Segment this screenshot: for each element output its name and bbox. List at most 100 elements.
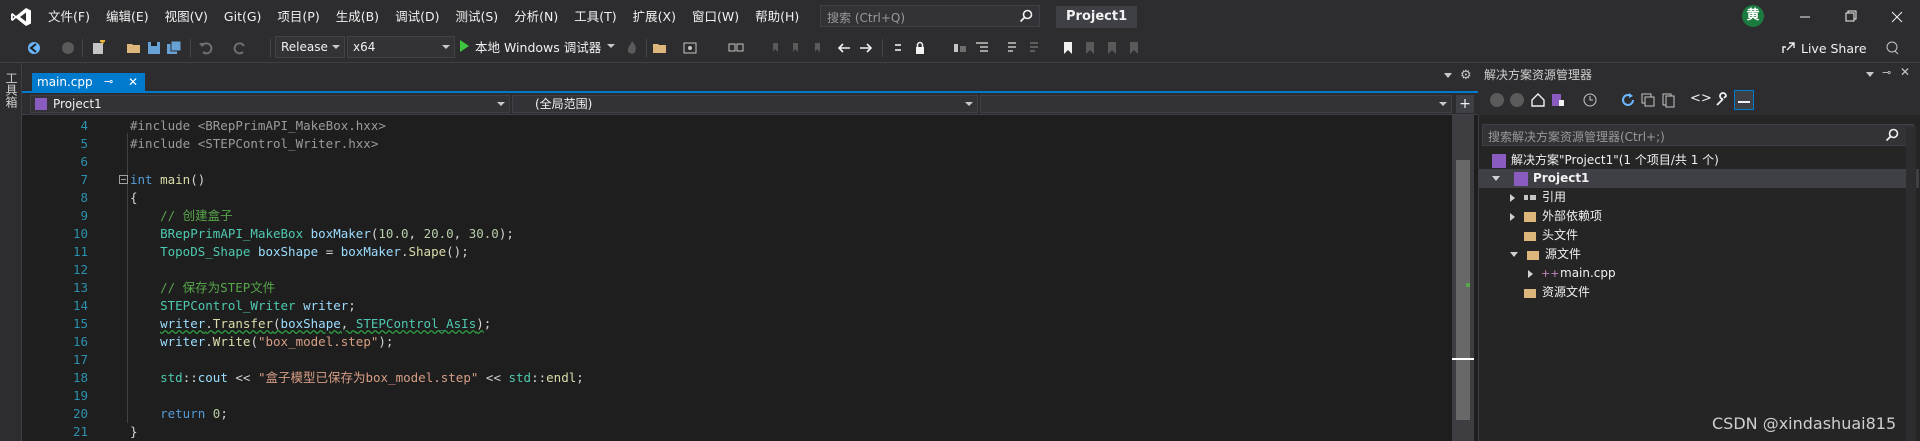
open-folder-icon[interactable]: [652, 40, 668, 56]
expand-icon[interactable]: [1492, 176, 1500, 181]
forward-icon[interactable]: [60, 40, 76, 56]
pending-changes-icon[interactable]: [1582, 92, 1598, 108]
bookmark-prev-icon[interactable]: [770, 40, 786, 56]
format-icon[interactable]: [890, 40, 906, 56]
back-icon[interactable]: [26, 40, 42, 56]
show-all-files-icon[interactable]: [1660, 92, 1676, 108]
bookmark-icon[interactable]: [1060, 40, 1076, 56]
minimize-icon[interactable]: [1782, 0, 1828, 33]
tab-list-dropdown-icon[interactable]: [1444, 73, 1452, 78]
code-line[interactable]: 13 // 保存为STEP文件: [22, 279, 1452, 297]
code-line[interactable]: 12: [22, 261, 1452, 279]
tree-item-header-files[interactable]: 头文件: [1523, 226, 1578, 245]
lock-icon[interactable]: [912, 40, 928, 56]
redo-icon[interactable]: [232, 40, 248, 56]
hot-reload-icon[interactable]: [624, 40, 640, 56]
menu-edit[interactable]: 编辑(E): [98, 0, 157, 33]
refresh-icon[interactable]: [1620, 92, 1636, 108]
user-avatar[interactable]: 黄: [1742, 5, 1764, 27]
pin-icon[interactable]: ⊸: [1882, 66, 1891, 79]
solution-search-input[interactable]: 搜索解决方案资源管理器(Ctrl+;): [1482, 124, 1914, 146]
new-project-icon[interactable]: [90, 40, 106, 56]
platform-select[interactable]: x64: [347, 36, 455, 58]
comment-icon[interactable]: [1004, 40, 1020, 56]
switch-view-icon[interactable]: [1550, 92, 1566, 108]
toolbox-tab[interactable]: 工具箱: [4, 72, 18, 108]
navigate-forward-icon[interactable]: [858, 40, 874, 56]
tree-item-main-cpp[interactable]: ++ main.cpp: [1528, 264, 1616, 283]
visual-studio-logo-icon[interactable]: [10, 6, 32, 28]
indent-icon[interactable]: [974, 40, 990, 56]
expand-icon[interactable]: [1510, 193, 1515, 202]
layout-icon[interactable]: [728, 40, 744, 56]
tree-project[interactable]: Project1: [1492, 169, 1589, 188]
tree-item-resource-files[interactable]: 资源文件: [1523, 283, 1590, 302]
solution-scrollbar[interactable]: [1906, 127, 1916, 441]
code-line[interactable]: 14 STEPControl_Writer writer;: [22, 297, 1452, 315]
menu-debug[interactable]: 调试(D): [387, 0, 447, 33]
chevron-down-icon[interactable]: [1866, 72, 1874, 77]
collapse-all-icon[interactable]: [1640, 92, 1656, 108]
start-debugging-button[interactable]: 本地 Windows 调试器: [460, 34, 616, 58]
editor-scrollbar-thumb[interactable]: [1456, 160, 1470, 420]
search-icon[interactable]: [1019, 9, 1033, 23]
split-editor-icon[interactable]: +: [1456, 95, 1474, 113]
collapse-icon[interactable]: [119, 175, 128, 184]
code-line[interactable]: 20 return 0;: [22, 405, 1452, 423]
menu-extensions[interactable]: 扩展(X): [625, 0, 684, 33]
code-line[interactable]: 9 // 创建盒子: [22, 207, 1452, 225]
menu-window[interactable]: 窗口(W): [684, 0, 747, 33]
screenshot-icon[interactable]: [682, 40, 698, 56]
close-icon[interactable]: [1874, 0, 1920, 33]
project-scope-select[interactable]: Project1: [30, 95, 510, 113]
search-icon[interactable]: [1885, 128, 1899, 142]
undo-icon[interactable]: [198, 40, 214, 56]
menu-analyze[interactable]: 分析(N): [506, 0, 566, 33]
preview-selected-icon[interactable]: [1734, 90, 1754, 110]
code-line[interactable]: 4 #include <BRepPrimAPI_MakeBox.hxx>: [22, 117, 1452, 135]
code-line[interactable]: 21}: [22, 423, 1452, 441]
member-select[interactable]: [980, 95, 1452, 113]
search-input[interactable]: 搜索 (Ctrl+Q): [820, 5, 1040, 27]
tree-item-source-files[interactable]: 源文件: [1510, 245, 1581, 264]
configuration-select[interactable]: Release: [275, 36, 345, 58]
chevron-down-icon[interactable]: [607, 44, 616, 48]
toolbox-strip[interactable]: [0, 63, 22, 441]
code-line[interactable]: 10 BRepPrimAPI_MakeBox boxMaker(10.0, 20…: [22, 225, 1452, 243]
code-line[interactable]: 6: [22, 153, 1452, 171]
save-icon[interactable]: [146, 40, 162, 56]
panel-close-icon[interactable]: ✕: [1900, 65, 1910, 79]
open-file-icon[interactable]: [126, 40, 142, 56]
expand-icon[interactable]: [1510, 252, 1518, 257]
bookmark-next-icon[interactable]: [790, 40, 806, 56]
bookmark-next2-icon[interactable]: [1104, 40, 1120, 56]
code-editor[interactable]: 4 #include <BRepPrimAPI_MakeBox.hxx> 5 #inc…: [22, 115, 1452, 441]
back-icon[interactable]: [1490, 93, 1504, 107]
code-view-icon[interactable]: <>: [1690, 91, 1712, 106]
menu-view[interactable]: 视图(V): [157, 0, 216, 33]
gear-icon[interactable]: ⚙: [1460, 68, 1472, 83]
expand-icon[interactable]: [1510, 212, 1515, 221]
save-all-icon[interactable]: [166, 40, 182, 56]
code-line[interactable]: 8{: [22, 189, 1452, 207]
bookmark-clear-icon[interactable]: [812, 40, 828, 56]
code-line[interactable]: 7 int main(): [22, 171, 1452, 189]
live-share-button[interactable]: Live Share: [1780, 38, 1867, 58]
menu-help[interactable]: 帮助(H): [747, 0, 807, 33]
code-line[interactable]: 11 TopoDS_Shape boxShape = boxMaker.Shap…: [22, 243, 1452, 261]
tree-item-external-dependencies[interactable]: 外部依赖项: [1510, 207, 1602, 226]
menu-git[interactable]: Git(G): [216, 0, 270, 33]
code-line[interactable]: 16 writer.Write("box_model.step");: [22, 333, 1452, 351]
navigate-back-icon[interactable]: [836, 40, 852, 56]
code-line[interactable]: 19: [22, 387, 1452, 405]
tree-item-references[interactable]: 引用: [1510, 188, 1566, 207]
expand-icon[interactable]: [1528, 269, 1533, 278]
wrench-icon[interactable]: [1714, 92, 1730, 108]
menu-build[interactable]: 生成(B): [328, 0, 387, 33]
bookmark-clear2-icon[interactable]: [1126, 40, 1142, 56]
tab-main-cpp[interactable]: main.cpp ⊸ ✕: [32, 73, 145, 91]
forward-icon[interactable]: [1510, 93, 1524, 107]
code-line[interactable]: 15 writer.Transfer(boxShape, STEPControl…: [22, 315, 1452, 333]
code-line[interactable]: 5 #include <STEPControl_Writer.hxx>: [22, 135, 1452, 153]
feedback-icon[interactable]: [1884, 40, 1900, 56]
